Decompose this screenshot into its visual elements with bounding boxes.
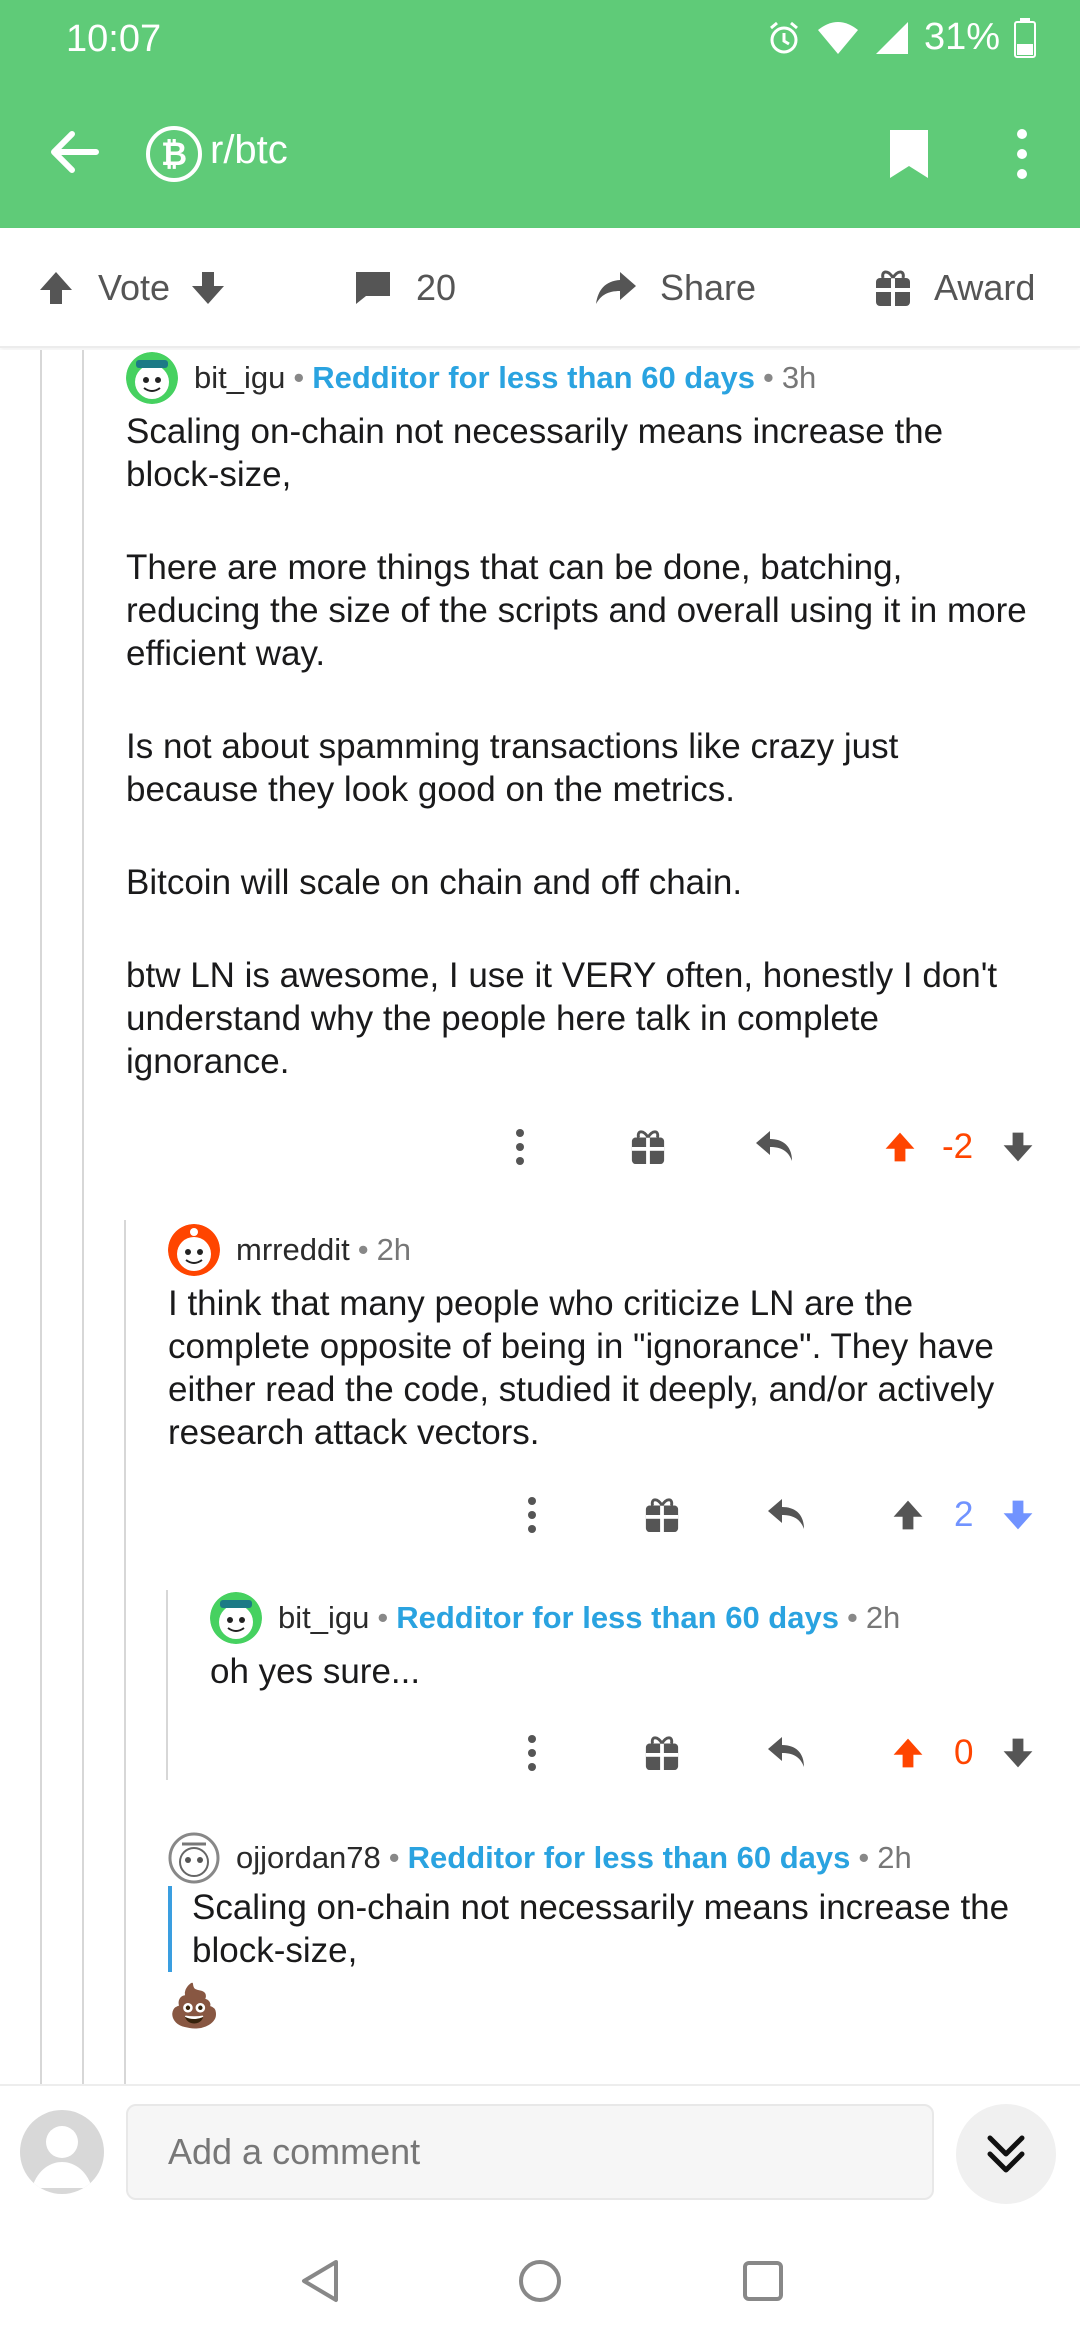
comment-thread: bit_igu • Redditor for less than 60 days…	[0, 350, 1080, 2084]
battery-icon	[1014, 17, 1036, 58]
gift-icon	[876, 270, 910, 306]
comment-score: 2	[954, 1495, 974, 1534]
comment-icon	[356, 272, 390, 304]
post-action-bar: Vote 20 Share Award	[0, 228, 1080, 348]
add-comment-placeholder: Add a comment	[168, 2131, 421, 2172]
battery-percent: 31%	[923, 16, 1000, 58]
nav-recents-icon[interactable]	[738, 2256, 788, 2306]
system-nav-bar	[0, 2218, 1080, 2340]
downvote-icon[interactable]	[1000, 1734, 1036, 1772]
comment-age: 2h	[376, 1232, 412, 1267]
gift-icon[interactable]	[644, 1734, 680, 1772]
comment-emoji: 💩	[168, 1982, 221, 2029]
username[interactable]: bit_igu	[194, 360, 285, 396]
comment-meta: ojjordan78 • Redditor for less than 60 d…	[168, 1832, 912, 1884]
gift-icon[interactable]	[630, 1128, 666, 1166]
jump-next-button[interactable]	[956, 2104, 1056, 2204]
comment-meta: bit_igu • Redditor for less than 60 days…	[210, 1592, 900, 1644]
gift-icon[interactable]	[644, 1496, 680, 1534]
avatar[interactable]	[168, 1832, 220, 1884]
comment-actions: 0	[510, 1728, 1060, 1778]
thread-line	[40, 350, 42, 2084]
share-label: Share	[660, 267, 757, 308]
username[interactable]: ojjordan78	[236, 1840, 381, 1876]
status-time: 10:07	[66, 18, 162, 60]
comment-quote: Scaling on-chain not necessarily means i…	[168, 1886, 1060, 1972]
comment-age: 2h	[877, 1840, 912, 1875]
comment-paragraph: oh yes sure...	[210, 1652, 421, 1691]
upvote-icon[interactable]	[36, 268, 76, 308]
more-vert-icon[interactable]	[526, 1733, 538, 1773]
user-flair: Redditor for less than 60 days	[407, 1840, 851, 1875]
alarm-icon	[769, 21, 798, 53]
thread-line	[124, 1220, 126, 2084]
award-label: Award	[934, 267, 1036, 308]
username[interactable]: bit_igu	[278, 1600, 369, 1636]
username[interactable]: mrreddit	[236, 1232, 350, 1268]
comment-age: 3h	[781, 360, 817, 395]
comment-age: 2h	[865, 1600, 901, 1635]
avatar[interactable]	[126, 352, 178, 404]
comment-paragraph: I think that many people who criticize L…	[168, 1284, 995, 1452]
share-button[interactable]: Share	[594, 262, 756, 314]
user-avatar[interactable]	[20, 2110, 104, 2194]
status-bar: 10:07 31%	[0, 0, 1080, 80]
thread-line	[82, 350, 84, 2084]
double-chevron-down-icon	[987, 2135, 1025, 2173]
vote-label: Vote	[98, 267, 171, 308]
comment-score: 0	[954, 1733, 974, 1772]
avatar[interactable]	[168, 1224, 220, 1276]
subreddit-name[interactable]: r/btc	[210, 128, 288, 173]
comment-actions: -2	[500, 1122, 1060, 1172]
downvote-icon[interactable]	[1000, 1496, 1036, 1534]
comment-body: I think that many people who criticize L…	[168, 1282, 1062, 1454]
bookmark-icon[interactable]	[886, 126, 932, 182]
comment-actions: 2	[510, 1490, 1060, 1540]
avatar[interactable]	[210, 1592, 262, 1644]
comment-paragraph: Scaling on-chain not necessarily means i…	[126, 412, 944, 494]
comment-meta: bit_igu • Redditor for less than 60 days…	[126, 352, 816, 404]
bitcoin-icon[interactable]: ₿	[146, 126, 202, 182]
downvote-icon[interactable]	[1000, 1128, 1036, 1166]
comment-paragraph: Is not about spamming transactions like …	[126, 727, 899, 809]
comment-meta: mrreddit • 2h	[168, 1224, 411, 1276]
reply-icon[interactable]	[754, 1129, 794, 1165]
upvote-icon[interactable]	[882, 1128, 918, 1166]
back-arrow-icon[interactable]	[46, 124, 102, 180]
nav-home-icon[interactable]	[515, 2256, 565, 2306]
reply-icon[interactable]	[766, 1497, 806, 1533]
comment-paragraph: btw LN is awesome, I use it VERY often, …	[126, 956, 998, 1081]
add-comment-input[interactable]: Add a comment	[126, 2104, 934, 2200]
comment-score: -2	[942, 1127, 974, 1166]
downvote-icon[interactable]	[188, 268, 228, 308]
comment-body: Scaling on-chain not necessarily means i…	[126, 410, 1036, 1083]
upvote-icon[interactable]	[890, 1496, 926, 1534]
reply-icon[interactable]	[766, 1735, 806, 1771]
more-vert-icon[interactable]	[514, 1127, 526, 1167]
thread-line	[166, 1590, 168, 1780]
comment-paragraph: There are more things that can be done, …	[126, 548, 1027, 673]
wifi-icon	[817, 21, 858, 54]
comments-button[interactable]: 20	[352, 262, 456, 314]
comment-paragraph: Bitcoin will scale on chain and off chai…	[126, 863, 743, 902]
signal-icon	[875, 21, 908, 54]
share-icon	[596, 272, 636, 304]
vote-control: Vote	[36, 262, 228, 314]
user-flair: Redditor for less than 60 days	[312, 360, 755, 395]
more-vert-icon[interactable]	[1008, 126, 1036, 182]
more-vert-icon[interactable]	[526, 1495, 538, 1535]
comment-body: oh yes sure...	[210, 1650, 1060, 1693]
comment-count: 20	[416, 267, 457, 308]
award-button[interactable]: Award	[874, 262, 1035, 314]
comment-composer: Add a comment	[0, 2084, 1080, 2218]
upvote-icon[interactable]	[890, 1734, 926, 1772]
user-flair: Redditor for less than 60 days	[396, 1600, 839, 1635]
app-bar: ₿ r/btc	[0, 80, 1080, 228]
nav-back-icon[interactable]	[296, 2256, 346, 2306]
